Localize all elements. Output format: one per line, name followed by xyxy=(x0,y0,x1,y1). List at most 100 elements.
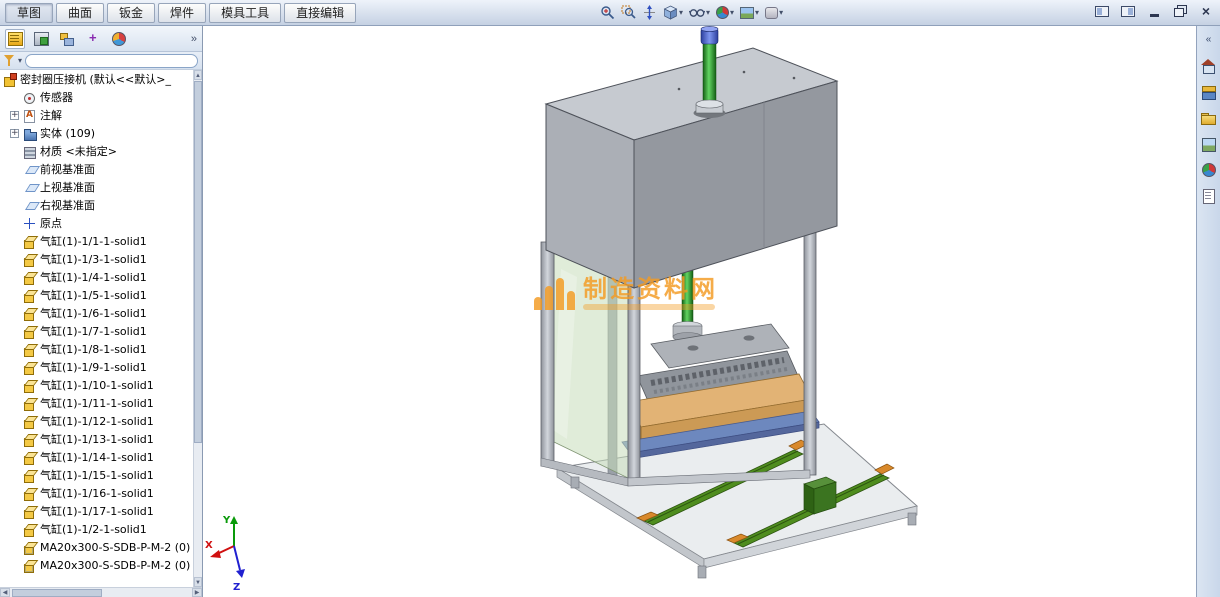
view-palette-button[interactable] xyxy=(1199,135,1218,152)
tab-surfaces[interactable]: 曲面 xyxy=(56,2,105,23)
view-settings-button[interactable]: ▾ xyxy=(763,2,785,23)
feature-tree-item[interactable]: + 注解 xyxy=(0,106,193,124)
feature-tree-item[interactable]: 气缸(1)-1/15-1-solid1 xyxy=(0,466,193,484)
feature-tree-item[interactable]: 气缸(1)-1/4-1-solid1 xyxy=(0,268,193,286)
design-library-button[interactable] xyxy=(1199,83,1218,100)
custom-properties-button[interactable] xyxy=(1199,187,1218,204)
featuremanager-tree-icon xyxy=(7,31,23,46)
feature-tree-item[interactable]: MA20x300-S-SDB-P-M-2 (0) xyxy=(0,538,193,556)
expand-toggle[interactable] xyxy=(10,273,19,282)
tree-filter-input[interactable] xyxy=(25,53,198,68)
feature-tree-item[interactable]: 气缸(1)-1/14-1-solid1 xyxy=(0,448,193,466)
feature-tree-item[interactable]: 气缸(1)-1/16-1-solid1 xyxy=(0,484,193,502)
expand-toggle[interactable] xyxy=(10,327,19,336)
scroll-down-arrow[interactable]: ▼ xyxy=(194,577,202,587)
expand-toggle[interactable] xyxy=(10,489,19,498)
appearances-scenes-button[interactable] xyxy=(1199,161,1218,178)
tab-weldments[interactable]: 焊件 xyxy=(158,2,207,23)
feature-tree-item[interactable]: 气缸(1)-1/11-1-solid1 xyxy=(0,394,193,412)
expand-toggle[interactable] xyxy=(10,291,19,300)
feature-tree-item[interactable]: MA20x300-S-SDB-P-M-2 (0) xyxy=(0,556,193,574)
view-settings-icon xyxy=(765,6,779,19)
feature-tree-item[interactable]: 气缸(1)-1/7-1-solid1 xyxy=(0,322,193,340)
feature-tree-item[interactable]: 前视基准面 xyxy=(0,160,193,178)
expand-toggle[interactable] xyxy=(10,525,19,534)
displaymanager-tab[interactable] xyxy=(109,29,129,49)
expand-toggle[interactable] xyxy=(10,471,19,480)
tab-overflow-chevron[interactable]: » xyxy=(191,33,197,45)
expand-toggle[interactable] xyxy=(10,435,19,444)
feature-tree-item[interactable]: 气缸(1)-1/1-1-solid1 xyxy=(0,232,193,250)
scroll-thumb[interactable] xyxy=(12,588,102,597)
expand-toggle[interactable] xyxy=(10,201,19,210)
tab-sheet-metal[interactable]: 钣金 xyxy=(107,2,156,23)
expand-toggle[interactable] xyxy=(10,255,19,264)
configurationmanager-tab[interactable] xyxy=(57,29,77,49)
expand-toggle[interactable] xyxy=(10,453,19,462)
section-view-button[interactable] xyxy=(640,2,659,23)
feature-tree-item[interactable]: 上视基准面 xyxy=(0,178,193,196)
graphics-area[interactable]: Y X Z 制造资料网 xyxy=(204,26,1196,597)
expand-toggle[interactable] xyxy=(10,183,19,192)
view-orientation-button[interactable]: ▾ xyxy=(661,2,685,23)
expand-toggle[interactable] xyxy=(10,363,19,372)
graphics-3d-model[interactable]: Y X Z xyxy=(204,26,1196,597)
dimxpertmanager-tab[interactable] xyxy=(83,29,103,49)
expand-toggle[interactable] xyxy=(10,237,19,246)
scroll-thumb[interactable] xyxy=(194,81,202,443)
feature-tree-item[interactable]: 右视基准面 xyxy=(0,196,193,214)
apply-scene-button[interactable]: ▾ xyxy=(738,2,761,23)
scroll-left-arrow[interactable]: ◀ xyxy=(0,588,10,597)
expand-toggle[interactable] xyxy=(10,219,19,228)
propertymanager-tab[interactable] xyxy=(31,29,51,49)
pane-left-button[interactable] xyxy=(1093,3,1111,19)
expand-toggle[interactable] xyxy=(10,93,19,102)
feature-tree-item[interactable]: 气缸(1)-1/9-1-solid1 xyxy=(0,358,193,376)
feature-tree-item[interactable]: 气缸(1)-1/5-1-solid1 xyxy=(0,286,193,304)
minimize-button[interactable] xyxy=(1145,3,1163,19)
expand-toggle[interactable] xyxy=(10,543,19,552)
tree-vertical-scrollbar[interactable]: ▲ ▼ xyxy=(193,70,202,587)
zoom-to-fit-button[interactable] xyxy=(598,2,617,23)
expand-toggle[interactable]: + xyxy=(10,128,19,138)
expand-toggle[interactable] xyxy=(10,345,19,354)
expand-toggle[interactable] xyxy=(10,561,19,570)
solidworks-resources-button[interactable] xyxy=(1199,57,1218,74)
zoom-to-area-button[interactable] xyxy=(619,2,638,23)
tab-sketch[interactable]: 草图 xyxy=(5,2,54,23)
feature-tree-item[interactable]: + 实体 (109) xyxy=(0,124,193,142)
feature-tree-item[interactable]: 气缸(1)-1/6-1-solid1 xyxy=(0,304,193,322)
expand-toggle[interactable]: + xyxy=(10,110,19,120)
expand-toggle[interactable] xyxy=(10,507,19,516)
restore-button[interactable] xyxy=(1171,3,1189,19)
feature-tree-item[interactable]: 气缸(1)-1/8-1-solid1 xyxy=(0,340,193,358)
feature-tree-item[interactable]: 气缸(1)-1/12-1-solid1 xyxy=(0,412,193,430)
file-explorer-button[interactable] xyxy=(1199,109,1218,126)
hide-show-items-button[interactable]: ▾ xyxy=(687,2,712,23)
feature-tree-item[interactable]: 气缸(1)-1/3-1-solid1 xyxy=(0,250,193,268)
feature-tree-item[interactable]: 气缸(1)-1/17-1-solid1 xyxy=(0,502,193,520)
feature-tree-item[interactable]: 原点 xyxy=(0,214,193,232)
feature-tree-item[interactable]: 材质 <未指定> xyxy=(0,142,193,160)
scroll-right-arrow[interactable]: ▶ xyxy=(192,588,202,597)
featuremanager-tab[interactable] xyxy=(5,28,25,49)
feature-tree-item[interactable]: 气缸(1)-1/2-1-solid1 xyxy=(0,520,193,538)
tab-direct-editing[interactable]: 直接编辑 xyxy=(284,2,357,23)
expand-toggle[interactable] xyxy=(10,309,19,318)
task-pane-collapse-button[interactable]: « xyxy=(1199,31,1218,48)
close-button[interactable]: × xyxy=(1197,3,1215,19)
feature-tree-item[interactable]: 气缸(1)-1/13-1-solid1 xyxy=(0,430,193,448)
feature-tree-item[interactable]: 传感器 xyxy=(0,88,193,106)
pane-right-button[interactable] xyxy=(1119,3,1137,19)
edit-appearance-button[interactable]: ▾ xyxy=(714,2,736,23)
tree-horizontal-scrollbar[interactable]: ◀ ▶ xyxy=(0,587,202,597)
feature-tree-root[interactable]: 密封圈压接机 (默认<<默认>_ xyxy=(0,70,193,88)
scroll-up-arrow[interactable]: ▲ xyxy=(194,70,202,80)
expand-toggle[interactable] xyxy=(10,165,19,174)
expand-toggle[interactable] xyxy=(10,417,19,426)
expand-toggle[interactable] xyxy=(10,381,19,390)
expand-toggle[interactable] xyxy=(10,147,19,156)
feature-tree-item[interactable]: 气缸(1)-1/10-1-solid1 xyxy=(0,376,193,394)
expand-toggle[interactable] xyxy=(10,399,19,408)
tab-mold-tools[interactable]: 模具工具 xyxy=(209,2,282,23)
